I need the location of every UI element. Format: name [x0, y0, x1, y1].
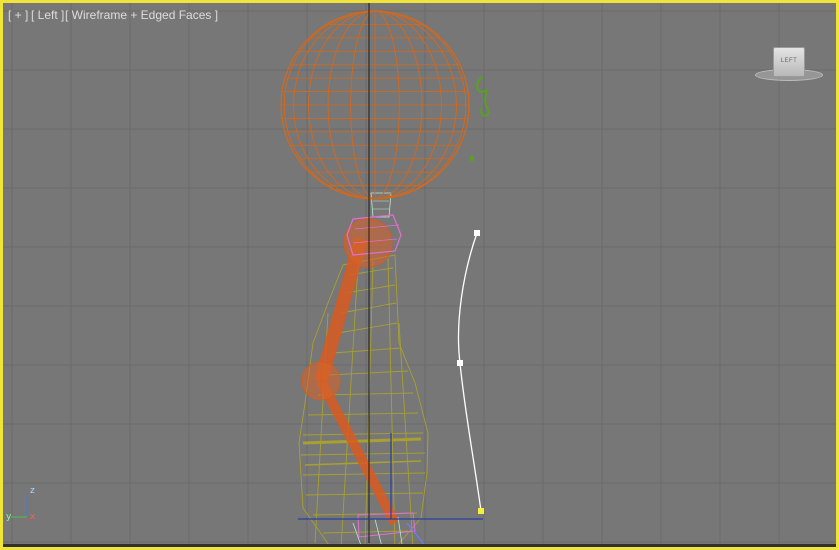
spline-vertex-selected[interactable]: [478, 508, 484, 514]
viewcube-face-left[interactable]: LEFT: [773, 47, 805, 77]
ear-detail[interactable]: [470, 76, 490, 161]
spline-vertex[interactable]: [474, 230, 480, 236]
axis-x-label: x: [30, 512, 36, 522]
viewport-bottom-edge: [3, 544, 836, 547]
viewport-shading-label[interactable]: [ Wireframe + Edged Faces ]: [65, 8, 218, 22]
axis-z-label: z: [30, 486, 35, 496]
viewport-scene[interactable]: [3, 3, 836, 547]
axis-tripod-icon: z y x: [3, 483, 43, 523]
viewcube-icon[interactable]: LEFT: [755, 45, 823, 85]
bone-chain[interactable]: [301, 218, 400, 526]
viewport-menu-label[interactable]: [ + ]: [8, 8, 28, 22]
spline-vertex[interactable]: [457, 360, 463, 366]
body-mesh[interactable]: [298, 254, 429, 547]
viewport-view-label[interactable]: [ Left ]: [31, 8, 64, 22]
head-sphere[interactable]: [280, 10, 470, 200]
left-viewport[interactable]: [ + ] [ Left ] [ Wireframe + Edged Faces…: [0, 0, 839, 550]
spline-shape[interactable]: [457, 230, 484, 514]
transform-gizmo[interactable]: [298, 433, 483, 520]
axis-y-label: y: [6, 512, 12, 522]
grid: [3, 3, 836, 547]
